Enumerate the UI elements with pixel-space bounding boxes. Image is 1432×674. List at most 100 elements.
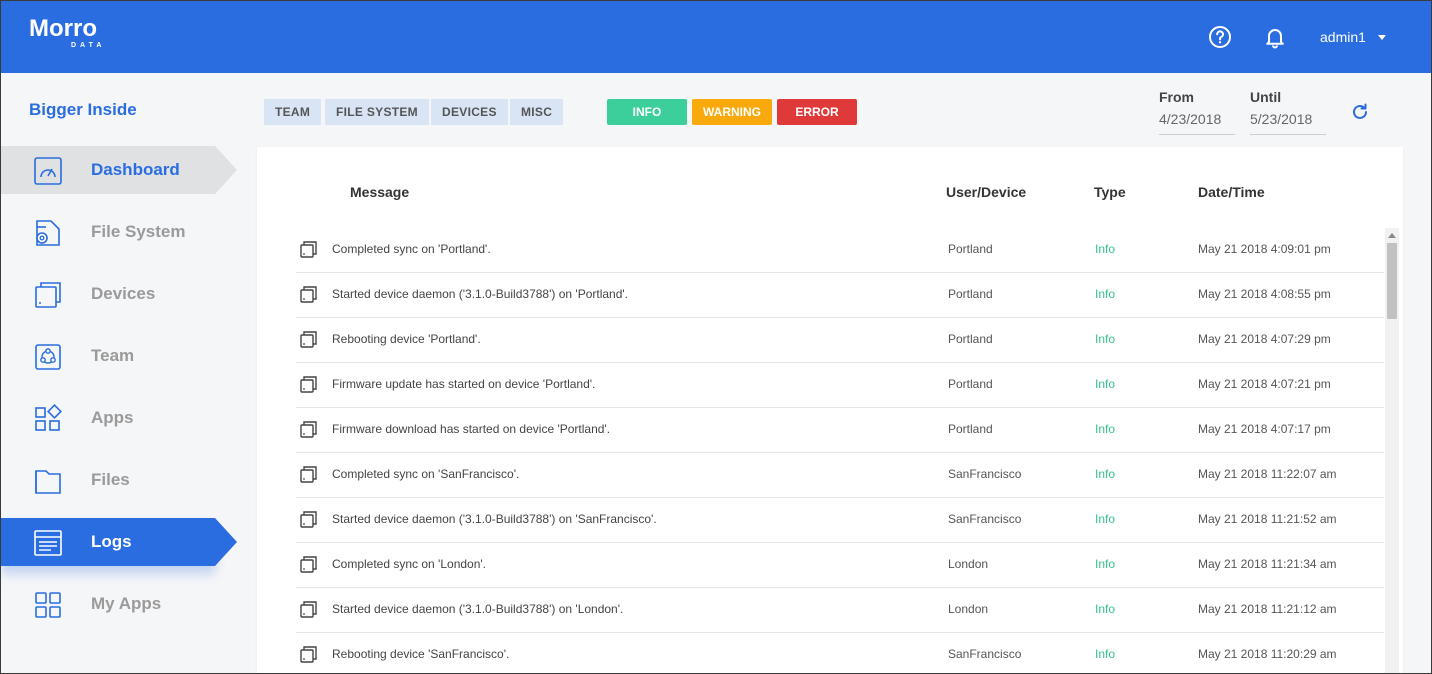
from-date-input[interactable]: 4/23/2018 [1159, 111, 1235, 135]
sidebar-item-dashboard[interactable]: Dashboard [1, 146, 239, 194]
apps-icon [35, 404, 62, 431]
level-error-button[interactable]: ERROR [777, 99, 857, 125]
filter-file-system[interactable]: FILE SYSTEM [325, 99, 429, 125]
filter-misc[interactable]: MISC [510, 99, 564, 125]
table-row[interactable]: Firmware download has started on device … [296, 408, 1384, 453]
device-icon [300, 376, 317, 393]
file-system-gear-icon [36, 220, 60, 246]
sidebar-item-my-apps[interactable]: My Apps [1, 580, 239, 628]
table-row[interactable]: Completed sync on 'Portland'. Portland Inf… [296, 228, 1384, 273]
sidebar-item-files[interactable]: Files [1, 456, 239, 504]
bell-icon[interactable] [1263, 25, 1287, 49]
sidebar-item-file-system[interactable]: File System [1, 208, 239, 256]
device-icon [300, 331, 317, 348]
log-message: Firmware update has started on device 'P… [332, 377, 596, 391]
sidebar-item-label: Dashboard [91, 160, 180, 179]
top-bar: Morro DATA admin1 [1, 1, 1431, 73]
vertical-scrollbar[interactable] [1385, 228, 1399, 673]
morro-data-logo[interactable]: Morro DATA [29, 15, 129, 55]
user-name: admin1 [1320, 29, 1366, 45]
log-datetime: May 21 2018 11:21:52 am [1198, 512, 1337, 526]
log-user-device: Portland [948, 332, 993, 346]
user-menu[interactable]: admin1 [1320, 28, 1386, 46]
log-datetime: May 21 2018 11:21:34 am [1198, 557, 1337, 571]
until-label: Until [1250, 89, 1282, 105]
column-header-type[interactable]: Type [1094, 184, 1126, 200]
log-user-device: SanFrancisco [948, 467, 1022, 481]
sidebar-item-apps[interactable]: Apps [1, 394, 239, 442]
sidebar-item-label: Team [91, 346, 135, 365]
column-header-datetime[interactable]: Date/Time [1198, 184, 1265, 200]
sidebar-item-label: Devices [91, 284, 156, 303]
table-row[interactable]: Rebooting device 'Portland'. Portland Info… [296, 318, 1384, 363]
column-header-message[interactable]: Message [350, 184, 409, 200]
log-type: Info [1095, 557, 1116, 571]
dashboard-gauge-icon [34, 157, 62, 185]
organization-name: Bigger Inside [29, 100, 137, 119]
column-header-user-device[interactable]: User/Device [946, 184, 1026, 200]
log-datetime: May 21 2018 4:07:17 pm [1198, 422, 1331, 436]
table-row[interactable]: Completed sync on 'SanFrancisco'. SanFran… [296, 453, 1384, 498]
device-icon [300, 556, 317, 573]
logs-panel: Message User/Device Type Date/Time Compl… [257, 147, 1403, 673]
until-date[interactable]: Until 5/23/2018 [1250, 89, 1326, 135]
device-icon [300, 466, 317, 483]
log-type: Info [1095, 512, 1116, 526]
sidebar-item-label: Logs [91, 532, 132, 551]
log-message: Firmware download has started on device … [332, 422, 611, 436]
sidebar-item-label: My Apps [91, 594, 162, 613]
until-date-input[interactable]: 5/23/2018 [1250, 111, 1326, 135]
table-row[interactable]: Firmware update has started on device 'P… [296, 363, 1384, 408]
table-row[interactable]: Started device daemon ('3.1.0-Build3788'… [296, 588, 1384, 633]
device-icon [300, 286, 317, 303]
log-user-device: SanFrancisco [948, 512, 1022, 526]
device-icon [35, 282, 61, 308]
from-date[interactable]: From 4/23/2018 [1159, 89, 1235, 135]
team-icon [35, 344, 61, 370]
log-message: Started device daemon ('3.1.0-Build3788'… [332, 602, 624, 616]
log-type: Info [1095, 422, 1116, 436]
log-user-device: Portland [948, 422, 993, 436]
device-icon [300, 421, 317, 438]
log-type: Info [1095, 647, 1116, 661]
sidebar: Bigger Inside Dashboard File System Devi… [1, 73, 241, 673]
sidebar-item-logs[interactable]: Logs [1, 518, 239, 566]
level-warning-button[interactable]: WARNING [692, 99, 772, 125]
log-datetime: May 21 2018 11:22:07 am [1198, 467, 1337, 481]
sidebar-item-team[interactable]: Team [1, 332, 239, 380]
device-icon [300, 241, 317, 258]
refresh-icon[interactable] [1350, 102, 1370, 122]
sidebar-item-devices[interactable]: Devices [1, 270, 239, 318]
log-message: Started device daemon ('3.1.0-Build3788'… [332, 512, 657, 526]
log-message: Completed sync on 'SanFrancisco'. [332, 467, 520, 481]
log-table-body: Completed sync on 'Portland'. Portland Inf… [296, 228, 1384, 673]
log-datetime: May 21 2018 4:07:29 pm [1198, 332, 1331, 346]
device-icon [300, 646, 317, 663]
log-user-device: Portland [948, 377, 993, 391]
scroll-up-icon[interactable] [1388, 233, 1396, 238]
app-window: Morro DATA admin1 Bigger Inside Dashboar… [0, 0, 1432, 674]
log-user-device: Portland [948, 287, 993, 301]
level-info-button[interactable]: INFO [607, 99, 687, 125]
log-message: Rebooting device 'Portland'. [332, 332, 481, 346]
table-row[interactable]: Rebooting device 'SanFrancisco'. SanFranc… [296, 633, 1384, 673]
device-icon [300, 511, 317, 528]
log-user-device: London [948, 602, 989, 616]
filter-devices[interactable]: DEVICES [431, 99, 508, 125]
sidebar-item-label: File System [91, 222, 186, 241]
table-row[interactable]: Completed sync on 'London'. London Info May… [296, 543, 1384, 588]
log-type: Info [1095, 287, 1116, 301]
logs-icon [34, 530, 62, 556]
log-datetime: May 21 2018 4:08:55 pm [1198, 287, 1331, 301]
logo-subtext: DATA [71, 42, 106, 49]
filter-team[interactable]: TEAM [264, 99, 322, 125]
help-icon[interactable] [1208, 25, 1232, 49]
logo-text: Morro [29, 15, 97, 42]
table-row[interactable]: Started device daemon ('3.1.0-Build3788'… [296, 498, 1384, 543]
log-type: Info [1095, 332, 1116, 346]
scroll-thumb[interactable] [1387, 243, 1397, 319]
log-message: Started device daemon ('3.1.0-Build3788'… [332, 287, 629, 301]
log-datetime: May 21 2018 4:07:21 pm [1198, 377, 1331, 391]
log-message: Rebooting device 'SanFrancisco'. [332, 647, 510, 661]
table-row[interactable]: Started device daemon ('3.1.0-Build3788'… [296, 273, 1384, 318]
